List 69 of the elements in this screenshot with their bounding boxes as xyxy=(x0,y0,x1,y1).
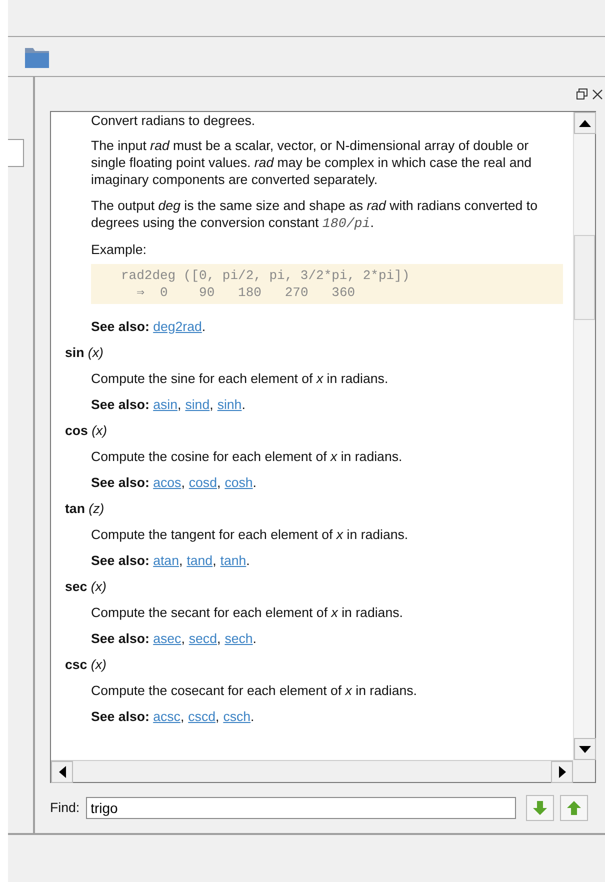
function-signature: csc (x) xyxy=(65,656,108,673)
function-link[interactable]: secd xyxy=(188,631,217,646)
function-link[interactable]: cscd xyxy=(188,709,216,724)
close-icon[interactable] xyxy=(592,88,603,100)
up-arrow-icon[interactable] xyxy=(579,120,591,126)
see-also-line: See also: atan, tand, tanh. xyxy=(90,552,251,569)
comma: , xyxy=(180,709,184,724)
see-also-line: See also: asec, secd, sech. xyxy=(90,630,258,647)
period: . xyxy=(252,475,256,490)
scroll-thumb[interactable] xyxy=(574,235,595,320)
description-text: Compute the sine for each element of x in radians. xyxy=(90,370,390,387)
restore-icon[interactable] xyxy=(576,88,588,100)
function-link[interactable]: csch xyxy=(223,709,251,724)
function-link[interactable]: asec xyxy=(153,631,182,646)
find-label: Find: xyxy=(50,799,80,818)
function-link[interactable]: tand xyxy=(186,553,213,568)
find-previous-button[interactable] xyxy=(560,795,588,821)
comma: , xyxy=(181,631,185,646)
function-link[interactable]: acos xyxy=(153,475,182,490)
comma: , xyxy=(178,553,183,568)
see-also-line: See also: deg2rad. xyxy=(90,318,207,335)
right-arrow-icon[interactable] xyxy=(558,766,566,778)
function-signature: sin (x) xyxy=(65,344,104,361)
comma: , xyxy=(181,475,185,490)
function-link[interactable]: sech xyxy=(224,631,253,646)
scrollbar-corner xyxy=(573,760,595,782)
summary-text: Convert radians to degrees. xyxy=(90,112,256,129)
find-field[interactable]: trigo xyxy=(86,797,516,819)
period: . xyxy=(202,319,206,334)
function-signature: sec (x) xyxy=(65,578,108,595)
down-arrow-icon xyxy=(532,800,548,816)
comma: , xyxy=(178,397,182,412)
see-also-line: See also: asin, sind, sinh. xyxy=(90,396,246,413)
example-label: Example: xyxy=(90,241,148,258)
find-next-button[interactable] xyxy=(526,795,554,821)
function-link[interactable]: sinh xyxy=(217,397,242,412)
function-link[interactable]: atan xyxy=(153,553,179,568)
up-arrow-icon xyxy=(566,800,582,816)
period: . xyxy=(242,397,246,412)
code-example: rad2deg ([0, pi/2, pi, 3/2*pi, 2*pi]) ⇒ 0 90 180 270 360 xyxy=(91,264,563,304)
description-text: Compute the tangent for each element of x in radians. xyxy=(90,526,410,543)
horizontal-scrollbar[interactable] xyxy=(51,760,573,782)
period: . xyxy=(252,631,256,646)
function-link[interactable]: asin xyxy=(153,397,178,412)
left-arrow-icon[interactable] xyxy=(58,766,66,778)
description-text: The output deg is the same size and shape as rad with radians converted to degrees using the conversion constant 180/pi. xyxy=(90,197,538,232)
function-signature: cos (x) xyxy=(65,422,108,439)
function-link[interactable]: cosh xyxy=(224,475,253,490)
description-text: Compute the secant for each element of x in radians. xyxy=(90,604,404,621)
period: . xyxy=(250,709,254,724)
function-link[interactable]: acsc xyxy=(153,709,180,724)
comma: , xyxy=(216,631,221,646)
down-arrow-icon[interactable] xyxy=(579,746,591,752)
description-text: Compute the cosine for each element of x in radians. xyxy=(90,448,404,465)
comma: , xyxy=(216,475,221,490)
comma: , xyxy=(215,709,220,724)
function-link[interactable]: sind xyxy=(185,397,210,412)
function-signature: tan (z) xyxy=(65,500,106,517)
see-also-line: See also: acsc, cscd, csch. xyxy=(90,708,256,725)
comma: , xyxy=(210,397,214,412)
description-text: Compute the cosecant for each element of x in radians. xyxy=(90,682,418,699)
function-link[interactable]: tanh xyxy=(220,553,246,568)
see-also-line: See also: acos, cosd, cosh. xyxy=(90,474,258,491)
description-text: The input rad must be a scalar, vector, or N-dimensional array of double or single floating point values. rad may be complex in which case the real and imaginary components are converted separately. xyxy=(90,137,533,188)
function-link[interactable]: cosd xyxy=(188,475,217,490)
function-link[interactable]: deg2rad xyxy=(153,319,202,334)
vertical-scrollbar[interactable] xyxy=(573,112,595,760)
comma: , xyxy=(212,553,216,568)
period: . xyxy=(246,553,250,568)
